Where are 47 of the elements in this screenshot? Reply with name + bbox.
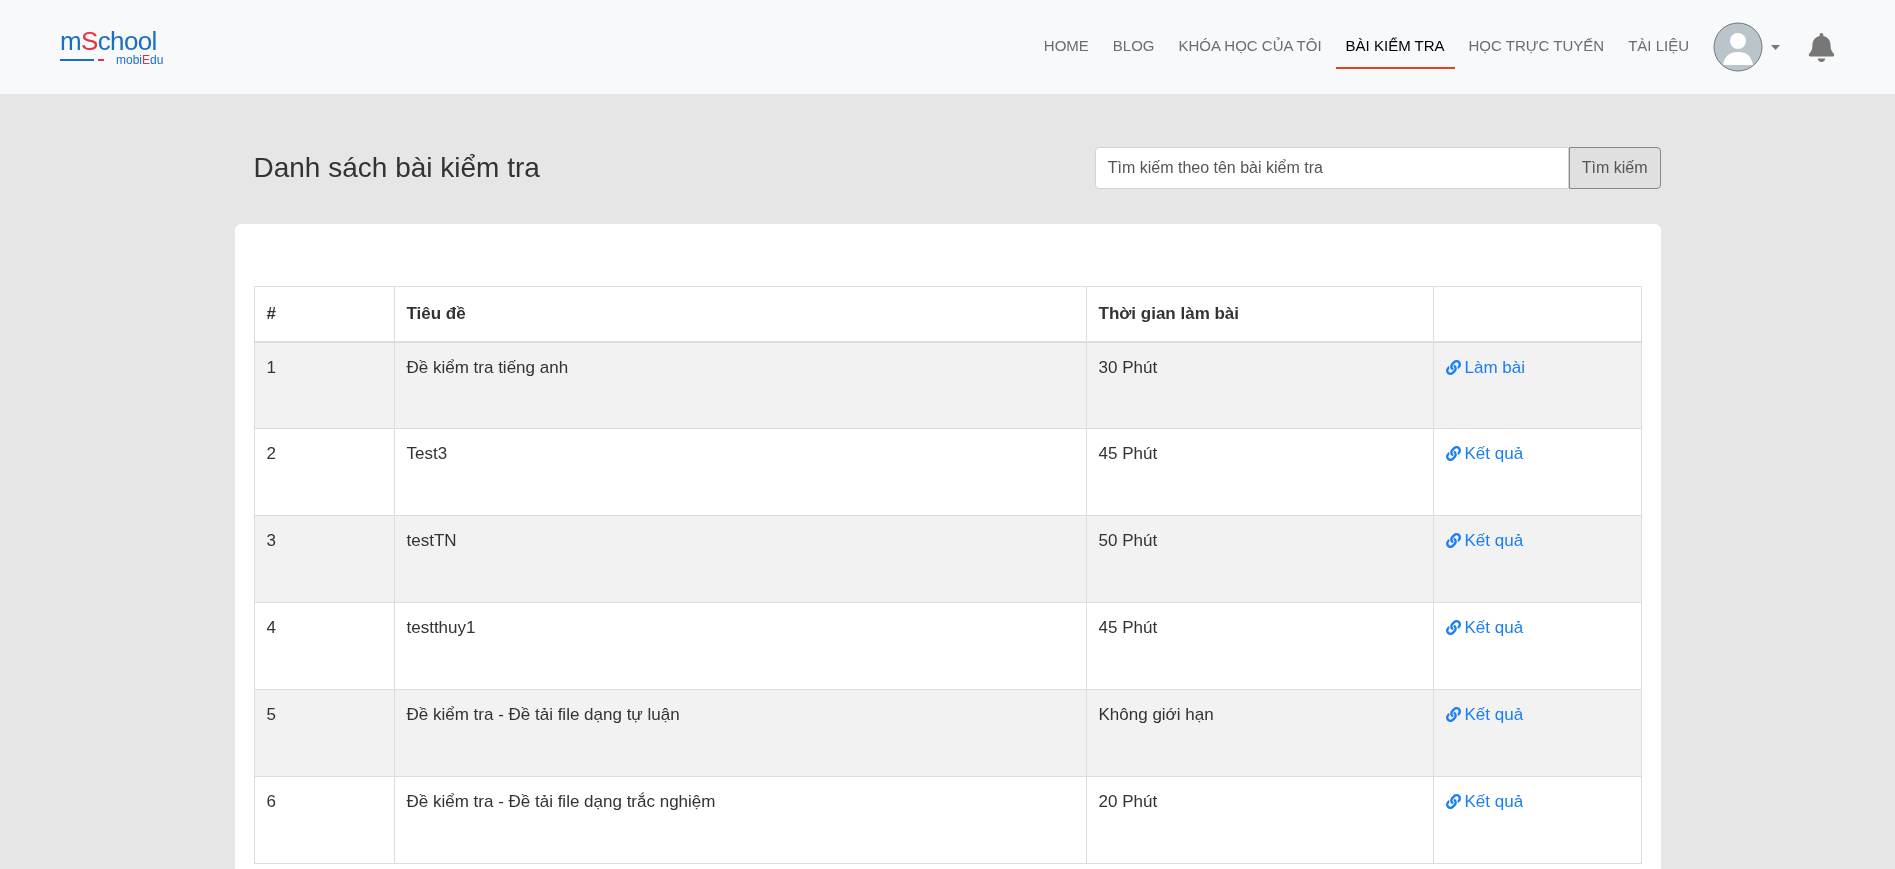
caret-icon <box>1771 44 1780 50</box>
nav-link[interactable]: BÀI KIỂM TRA <box>1335 24 1455 70</box>
table-cell: Test3 <box>406 444 448 463</box>
action-link[interactable]: Kết quả <box>1445 615 1524 641</box>
table-cell: 20 Phút <box>1098 792 1158 811</box>
page-title: Danh sách bài kiểm tra <box>253 151 540 185</box>
table-cell: 1 <box>266 357 276 377</box>
logo[interactable]: mSchool mobiEdu <box>60 28 164 66</box>
link-icon <box>1445 359 1461 375</box>
nav-link[interactable]: HỌC TRỰC TUYẾN <box>1458 24 1615 70</box>
table-cell: Không giới hạn <box>1098 705 1214 724</box>
link-icon <box>1445 533 1461 549</box>
action-link[interactable]: Làm bài <box>1445 354 1525 380</box>
nav-link[interactable]: TÀI LIỆU <box>1618 24 1699 70</box>
user-avatar-icon <box>1713 22 1763 72</box>
column-header: Tiêu đề <box>394 286 1086 342</box>
action-link[interactable]: Kết quả <box>1445 528 1524 554</box>
nav-link[interactable]: BLOG <box>1102 24 1165 70</box>
search-field[interactable]: Tìm kiếm theo tên bài kiểm tra <box>1094 147 1569 189</box>
link-icon <box>1445 446 1461 462</box>
column-header: Thời gian làm bài <box>1086 286 1433 342</box>
nav-link[interactable]: HOME <box>1033 24 1099 70</box>
action-link[interactable]: Kết quả <box>1445 441 1524 467</box>
nav-link[interactable]: KHÓA HỌC CỦA TÔI <box>1168 24 1332 70</box>
table-cell: testTN <box>406 531 457 550</box>
table-cell: 6 <box>266 792 276 811</box>
table-cell: 50 Phút <box>1098 531 1158 550</box>
table-cell: 3 <box>266 531 276 550</box>
table-cell: Đề kiểm tra tiếng anh <box>406 357 569 377</box>
link-icon <box>1445 620 1461 636</box>
table-cell: Đề kiểm tra - Đề tải file dạng tự luận <box>406 705 680 724</box>
table-cell: 30 Phút <box>1098 357 1158 377</box>
action-link[interactable]: Kết quả <box>1445 789 1524 815</box>
search-button[interactable]: Tìm kiếm <box>1568 147 1661 189</box>
column-header: # <box>254 286 394 342</box>
table-cell: 45 Phút <box>1098 444 1158 463</box>
table-cell: 45 Phút <box>1098 618 1158 637</box>
link-icon <box>1445 794 1461 810</box>
action-link[interactable]: Kết quả <box>1445 702 1524 728</box>
table-cell: testthuy1 <box>406 618 476 637</box>
link-icon <box>1445 707 1461 723</box>
table-cell: 4 <box>266 618 276 637</box>
table-cell: 2 <box>266 444 276 463</box>
table-cell: 5 <box>266 705 276 724</box>
avatar-menu[interactable] <box>1713 22 1780 72</box>
notification-bell-icon[interactable] <box>1808 32 1835 62</box>
table-cell: Đề kiểm tra - Đề tải file dạng trắc nghiệm <box>406 792 716 811</box>
